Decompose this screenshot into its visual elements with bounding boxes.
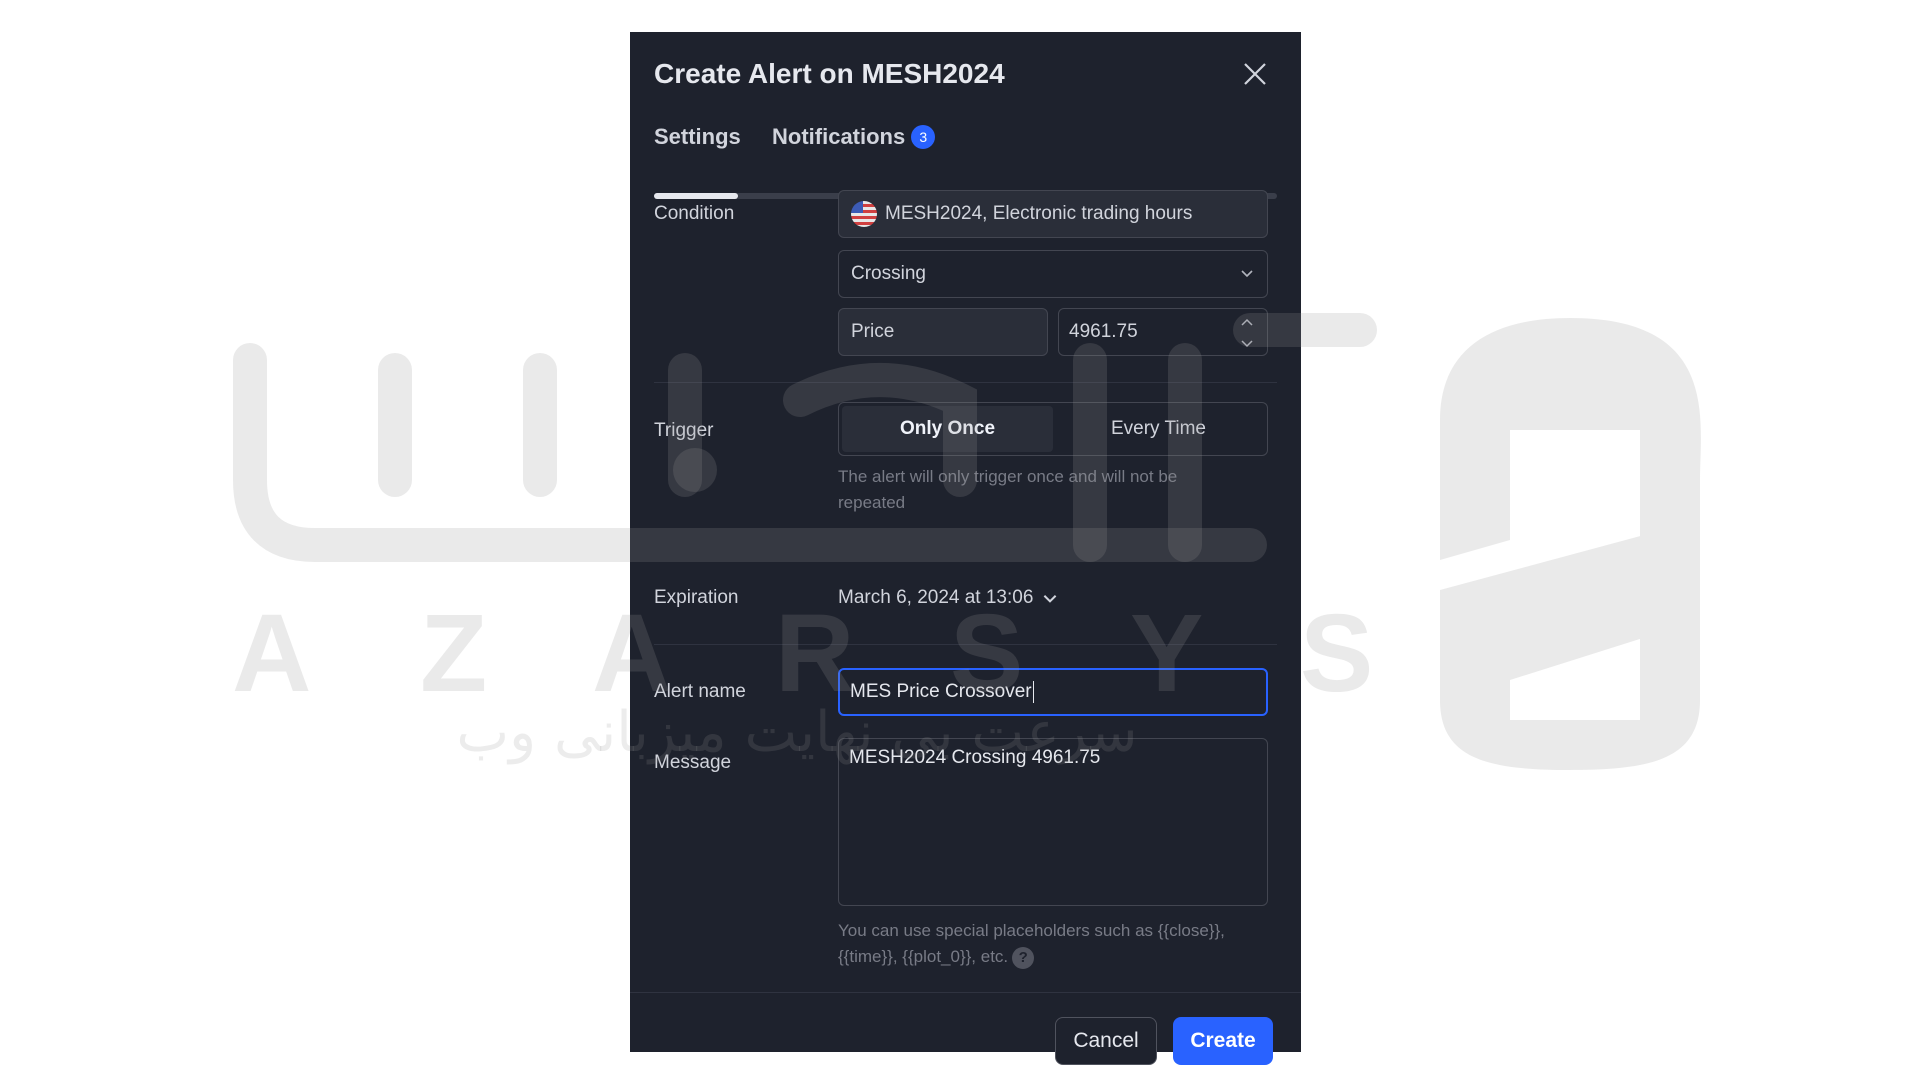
message-textarea[interactable]: MESH2024 Crossing 4961.75 [838, 738, 1268, 906]
trigger-segmented-control: Only Once Every Time [838, 402, 1268, 456]
expiration-value: March 6, 2024 at 13:06 [838, 587, 1034, 608]
trigger-hint-line: repeated [838, 493, 906, 512]
dialog-title: Create Alert on MESH2024 [654, 58, 1005, 89]
price-value-text: 4961.75 [1069, 321, 1138, 342]
active-tab-indicator [654, 193, 738, 199]
message-label: Message [654, 752, 732, 773]
watermark-letter: S [1300, 592, 1374, 715]
symbol-text: MESH2024, Electronic trading hours [885, 203, 1193, 224]
condition-operator-select[interactable]: Crossing [838, 250, 1268, 298]
message-hint-line-2: {{time}}, {{plot_0}}, etc.? [838, 944, 1258, 970]
divider [654, 382, 1277, 383]
tab-settings[interactable]: Settings [654, 124, 741, 150]
tab-notifications-label: Notifications [772, 124, 906, 149]
trigger-every-time-option[interactable]: Every Time [1053, 406, 1264, 452]
stepper-arrows-icon[interactable] [1233, 313, 1261, 353]
expiration-dropdown[interactable]: March 6, 2024 at 13:06 [838, 587, 1059, 609]
message-hint-line: You can use special placeholders such as… [838, 921, 1225, 940]
trigger-only-once-option[interactable]: Only Once [842, 406, 1053, 452]
symbol-selector[interactable]: MESH2024, Electronic trading hours [838, 190, 1268, 238]
operator-value: Crossing [851, 263, 926, 284]
tab-notifications[interactable]: Notifications 3 [772, 124, 936, 150]
price-value-input[interactable]: 4961.75 [1058, 308, 1268, 356]
help-icon[interactable]: ? [1012, 946, 1035, 969]
condition-label: Condition [654, 203, 735, 224]
notifications-count-badge: 3 [911, 125, 936, 149]
message-hint: You can use special placeholders such as… [838, 918, 1258, 970]
trigger-hint: The alert will only trigger once and wil… [838, 464, 1258, 516]
price-source-select[interactable]: Price [838, 308, 1048, 356]
divider [654, 644, 1277, 645]
close-icon[interactable] [1239, 58, 1271, 90]
trigger-label: Trigger [654, 420, 714, 441]
watermark-letter: A [232, 592, 312, 715]
us-flag-icon [851, 201, 877, 227]
watermark-letter: Z [420, 592, 488, 715]
chevron-down-icon [1044, 595, 1057, 603]
message-hint-text: {{time}}, {{plot_0}}, etc. [838, 947, 1009, 966]
create-alert-dialog: Create Alert on MESH2024 Settings Notifi… [630, 32, 1301, 1065]
trigger-hint-line: The alert will only trigger once and wil… [838, 467, 1178, 486]
chevron-down-icon [1241, 270, 1253, 278]
alert-name-label: Alert name [654, 681, 746, 702]
footer-divider [630, 992, 1301, 993]
alert-name-value: MES Price Crossover [850, 681, 1032, 702]
cancel-button[interactable]: Cancel [1055, 1017, 1157, 1065]
message-value: MESH2024 Crossing 4961.75 [849, 747, 1101, 768]
text-caret [1032, 681, 1034, 703]
create-button[interactable]: Create [1173, 1017, 1273, 1065]
price-source-value: Price [851, 321, 895, 342]
expiration-label: Expiration [654, 587, 739, 608]
alert-name-input[interactable]: MES Price Crossover [838, 668, 1268, 716]
